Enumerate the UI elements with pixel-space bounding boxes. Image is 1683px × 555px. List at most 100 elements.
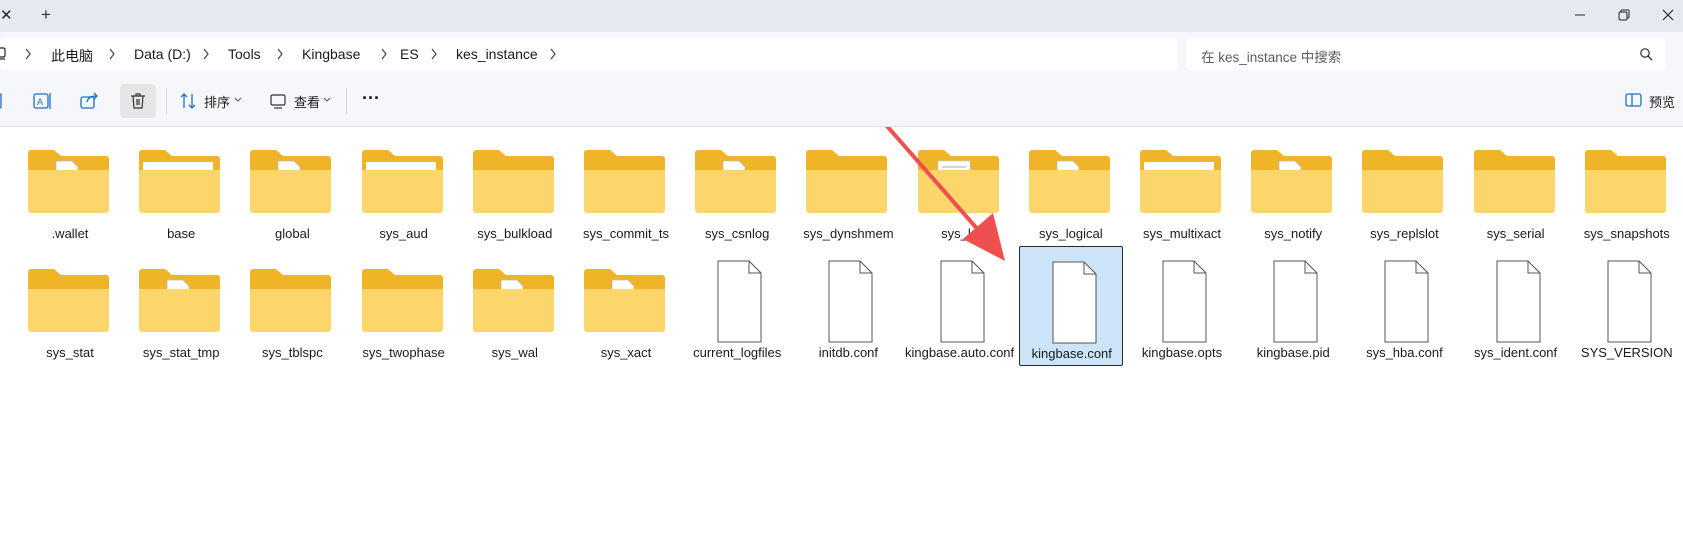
- folder-item[interactable]: sys_notify: [1241, 127, 1345, 247]
- file-name-label: sys_xact: [600, 345, 652, 360]
- folder-icon: [361, 150, 443, 213]
- folder-item[interactable]: sys_serial: [1464, 127, 1568, 247]
- folder-item[interactable]: sys_stat: [18, 246, 122, 366]
- chevron-right-icon[interactable]: [430, 48, 438, 60]
- file-item[interactable]: SYS_VERSION: [1575, 246, 1679, 366]
- file-item[interactable]: kingbase.pid: [1241, 246, 1345, 366]
- file-name-label: SYS_VERSION: [1580, 345, 1673, 360]
- more-options-button[interactable]: ···: [362, 88, 380, 109]
- folder-item[interactable]: sys_csnlog: [685, 127, 789, 247]
- folder-item[interactable]: sys_aud: [352, 127, 456, 247]
- file-name-label: initdb.conf: [818, 345, 879, 360]
- preview-pane-icon: [1625, 93, 1642, 107]
- breadcrumb-this-pc[interactable]: 此电脑: [51, 46, 93, 66]
- folder-item[interactable]: sys_twophase: [352, 246, 456, 366]
- file-name-label: sys_stat: [46, 345, 94, 360]
- file-item[interactable]: sys_hba.conf: [1352, 246, 1456, 366]
- folder-item[interactable]: sys_lo: [908, 127, 1012, 247]
- folder-icon: [1362, 150, 1444, 213]
- file-icon: [1273, 260, 1318, 343]
- address-bar[interactable]: 此电脑 Data (D:) Tools Kingbase ES kes_inst…: [0, 38, 1178, 70]
- file-icon: [1496, 260, 1541, 343]
- command-bar: A 排序 查看 ··· 预览: [0, 76, 1683, 127]
- folder-item[interactable]: sys_logical: [1019, 127, 1123, 247]
- computer-icon: [0, 47, 6, 60]
- sort-icon[interactable]: [180, 89, 204, 113]
- folder-item[interactable]: sys_multixact: [1130, 127, 1234, 247]
- search-icon[interactable]: [1639, 47, 1653, 61]
- folder-item[interactable]: sys_bulkload: [463, 127, 567, 247]
- file-name-label: sys_hba.conf: [1366, 345, 1443, 360]
- view-icon[interactable]: [270, 89, 294, 113]
- share-icon[interactable]: [78, 89, 102, 113]
- folder-icon: [139, 150, 221, 213]
- sort-button[interactable]: 排序: [204, 92, 230, 111]
- file-name-label: kingbase.opts: [1141, 345, 1223, 360]
- breadcrumb-es[interactable]: ES: [400, 46, 419, 62]
- close-window-button[interactable]: [1646, 0, 1683, 30]
- file-name-label: sys_twophase: [362, 345, 445, 360]
- file-item[interactable]: sys_ident.conf: [1464, 246, 1568, 366]
- folder-item[interactable]: sys_tblspc: [240, 246, 344, 366]
- folder-item[interactable]: sys_dynshmem: [796, 127, 900, 247]
- folder-item[interactable]: global: [240, 127, 344, 247]
- folder-icon: [584, 150, 665, 213]
- breadcrumb-kes-instance[interactable]: kes_instance: [456, 46, 538, 62]
- chevron-right-icon[interactable]: [380, 48, 388, 60]
- folder-icon: [1251, 150, 1333, 213]
- file-item[interactable]: kingbase.opts: [1130, 246, 1234, 366]
- breadcrumb-tools[interactable]: Tools: [228, 46, 261, 62]
- folder-icon: [250, 269, 332, 332]
- breadcrumb-kingbase[interactable]: Kingbase: [302, 46, 360, 62]
- minimize-icon: [1575, 14, 1585, 16]
- folder-item[interactable]: sys_stat_tmp: [129, 246, 233, 366]
- folder-icon: [1473, 150, 1555, 213]
- search-input[interactable]: 在 kes_instance 中搜索: [1186, 38, 1666, 70]
- chevron-right-icon[interactable]: [549, 48, 557, 60]
- folder-icon: [250, 150, 332, 213]
- chevron-down-icon: [323, 97, 331, 102]
- folder-item[interactable]: sys_replslot: [1352, 127, 1456, 247]
- folder-item[interactable]: .wallet: [18, 127, 122, 247]
- file-item[interactable]: kingbase.auto.conf: [905, 246, 1014, 366]
- folder-icon: [472, 269, 554, 332]
- folder-icon: [1028, 150, 1110, 213]
- folder-icon: [1140, 150, 1221, 213]
- view-button[interactable]: 查看: [294, 92, 320, 111]
- file-name-label: sys_stat_tmp: [142, 345, 220, 360]
- folder-icon: [1584, 150, 1666, 213]
- file-name-label: sys_replslot: [1370, 226, 1439, 241]
- file-name-label: sys_ident.conf: [1474, 345, 1558, 360]
- chevron-right-icon[interactable]: [108, 48, 116, 60]
- breadcrumb-data-drive[interactable]: Data (D:): [134, 46, 191, 62]
- file-item[interactable]: initdb.conf: [796, 246, 900, 366]
- file-name-label: .wallet: [51, 226, 89, 241]
- file-name-label: sys_serial: [1486, 226, 1545, 241]
- folder-item[interactable]: sys_wal: [463, 246, 567, 366]
- file-icon: [1052, 261, 1097, 344]
- minimize-button[interactable]: [1558, 0, 1602, 30]
- file-name-label: global: [275, 226, 310, 241]
- toolbar-separator: [346, 88, 347, 114]
- file-icon: [940, 260, 985, 343]
- file-grid: .wallet base global sys_aud sys_bulkload sys_…: [0, 127, 1683, 555]
- file-icon: [717, 260, 762, 343]
- paste-icon[interactable]: [0, 89, 20, 113]
- file-icon: [1384, 260, 1429, 343]
- file-item[interactable]: kingbase.conf: [1018, 246, 1123, 366]
- folder-item[interactable]: sys_snapshots: [1575, 127, 1679, 247]
- file-name-label: sys_tblspc: [262, 345, 323, 360]
- file-item[interactable]: current_logfiles: [685, 246, 789, 366]
- folder-item[interactable]: sys_xact: [574, 246, 678, 366]
- folder-item[interactable]: sys_commit_ts: [574, 127, 678, 247]
- tab-close-icon[interactable]: ✕: [0, 6, 14, 26]
- file-name-label: current_logfiles: [693, 345, 782, 360]
- delete-button[interactable]: [120, 84, 156, 118]
- restore-button[interactable]: [1602, 0, 1646, 30]
- folder-icon: [139, 269, 221, 332]
- rename-icon[interactable]: A: [30, 89, 54, 113]
- chevron-right-icon[interactable]: [202, 48, 210, 60]
- folder-item[interactable]: base: [129, 127, 233, 247]
- chevron-right-icon[interactable]: [276, 48, 284, 60]
- new-tab-button[interactable]: +: [38, 5, 54, 25]
